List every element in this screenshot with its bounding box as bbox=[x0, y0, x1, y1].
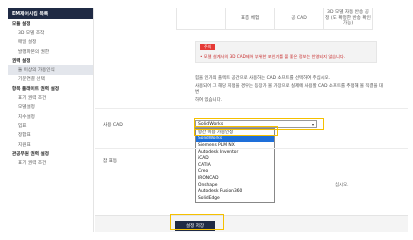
description-line: 힘을 인가의 플렉트 공간으로 사용하는 CAD 소프트를 선택하여 주십시오. bbox=[195, 76, 331, 81]
sidebar-item-official-settings[interactable]: 관공무원 권력 설정 bbox=[8, 149, 93, 158]
sidebar-item-power-settings[interactable]: 권력 설정 bbox=[8, 56, 93, 65]
cad-dropdown[interactable]: 항간 이용 가중인정 SolidWorks Siemens PLM NX Aut… bbox=[195, 128, 275, 203]
sidebar-header: EM제어시킴 목록 bbox=[8, 8, 93, 19]
table-cell: 3D 모델 자동 반송 공정 (도 확정한 반송 확인 가능) bbox=[324, 8, 373, 29]
table-cell bbox=[177, 8, 226, 29]
description-line: 하여 있습니다. bbox=[195, 97, 223, 103]
table-cell: 공 CAD bbox=[275, 8, 324, 29]
dropdown-option[interactable]: Autodesk Inventor bbox=[196, 149, 274, 156]
sidebar-item-availability[interactable]: 둘 이상의 가용인식 bbox=[8, 65, 93, 75]
sidebar-item-module-settings[interactable]: 모듈 설정 bbox=[8, 19, 93, 28]
sidebar-item-connection-select[interactable]: 기문연결 선택 bbox=[8, 75, 93, 84]
chevron-down-icon: ▾ bbox=[311, 122, 314, 127]
notice-tag: 주의 bbox=[200, 44, 216, 50]
sidebar-item-3d-model[interactable]: 3D 모델 조작 bbox=[8, 28, 93, 37]
dropdown-option[interactable]: Creo bbox=[196, 169, 274, 176]
sidebar-item-display-condition-2[interactable]: 표기 권력 조건 bbox=[8, 158, 93, 167]
dropdown-option[interactable]: SolidEdge bbox=[196, 195, 274, 202]
option-table: 표층 체험 공 CAD 3D 모델 자동 반송 공정 (도 확정한 반송 확인 … bbox=[176, 8, 373, 30]
dropdown-option[interactable]: CATIA bbox=[196, 162, 274, 169]
cad-select-value: SolidWorks bbox=[198, 121, 224, 127]
cad-label: 사용 CAD bbox=[103, 123, 123, 128]
cad-select[interactable]: SolidWorks ▾ bbox=[195, 120, 317, 128]
second-label: 잡 표등 bbox=[103, 159, 118, 164]
sidebar-item-support[interactable]: 지원표 bbox=[8, 140, 93, 149]
save-bar: 설정 저장 bbox=[95, 215, 408, 232]
dropdown-option[interactable]: iCAD bbox=[196, 155, 274, 162]
sidebar-item-display-condition[interactable]: 표기 권력 조건 bbox=[8, 93, 93, 102]
description: 힘을 인가의 플렉트 공간으로 사용하는 CAD 소프트를 선택하여 주십시오.… bbox=[195, 76, 385, 105]
notice-text: • 모델 설계사의 3D CAD제어 부위한 포인기를 볼 좋은 정보는 찬영되… bbox=[200, 54, 346, 59]
sidebar-item-input[interactable]: 입표 bbox=[8, 121, 93, 130]
sidebar-item-model-settings[interactable]: 모델설정 bbox=[8, 103, 93, 112]
sidebar-item-dimension-settings[interactable]: 치수설정 bbox=[8, 112, 93, 121]
sidebar-item-daily-settings[interactable]: 매일 설정 bbox=[8, 38, 93, 47]
save-button[interactable]: 설정 저장 bbox=[175, 221, 215, 231]
divider bbox=[95, 148, 408, 149]
sidebar: EM제어시킴 목록 모듈 설정 3D 모델 조작 매일 설정 발행파본의 권한 … bbox=[8, 8, 94, 232]
dropdown-option[interactable]: 항간 이용 가중인정 bbox=[196, 129, 274, 136]
dropdown-option[interactable]: IRONCAD bbox=[196, 175, 274, 182]
dropdown-option[interactable]: Onshape bbox=[196, 182, 274, 189]
divider bbox=[95, 108, 408, 109]
dropdown-option-selected[interactable]: SolidWorks bbox=[196, 135, 274, 143]
sidebar-item-template-settings[interactable]: 항목 플래이트 권력 설정 bbox=[8, 84, 93, 93]
trailing-text: 십시오. bbox=[335, 183, 349, 188]
description-line: 사용되어 그 해당 지정을 경우는 등장가 볼 가장으로 실제에 사용할 CAD… bbox=[195, 83, 383, 96]
dropdown-option[interactable]: Autodesk Fusion360 bbox=[196, 188, 274, 195]
sidebar-item-publish-rights[interactable]: 발행파본의 권한 bbox=[8, 47, 93, 56]
table-cell: 표층 체험 bbox=[226, 8, 275, 29]
main-panel: 표층 체험 공 CAD 3D 모델 자동 반송 공정 (도 확정한 반송 확인 … bbox=[95, 8, 408, 232]
sidebar-item-alignment[interactable]: 정합표 bbox=[8, 131, 93, 140]
notice-box: 주의 • 모델 설계사의 3D CAD제어 부위한 포인기를 볼 좋은 정보는 … bbox=[195, 41, 377, 63]
